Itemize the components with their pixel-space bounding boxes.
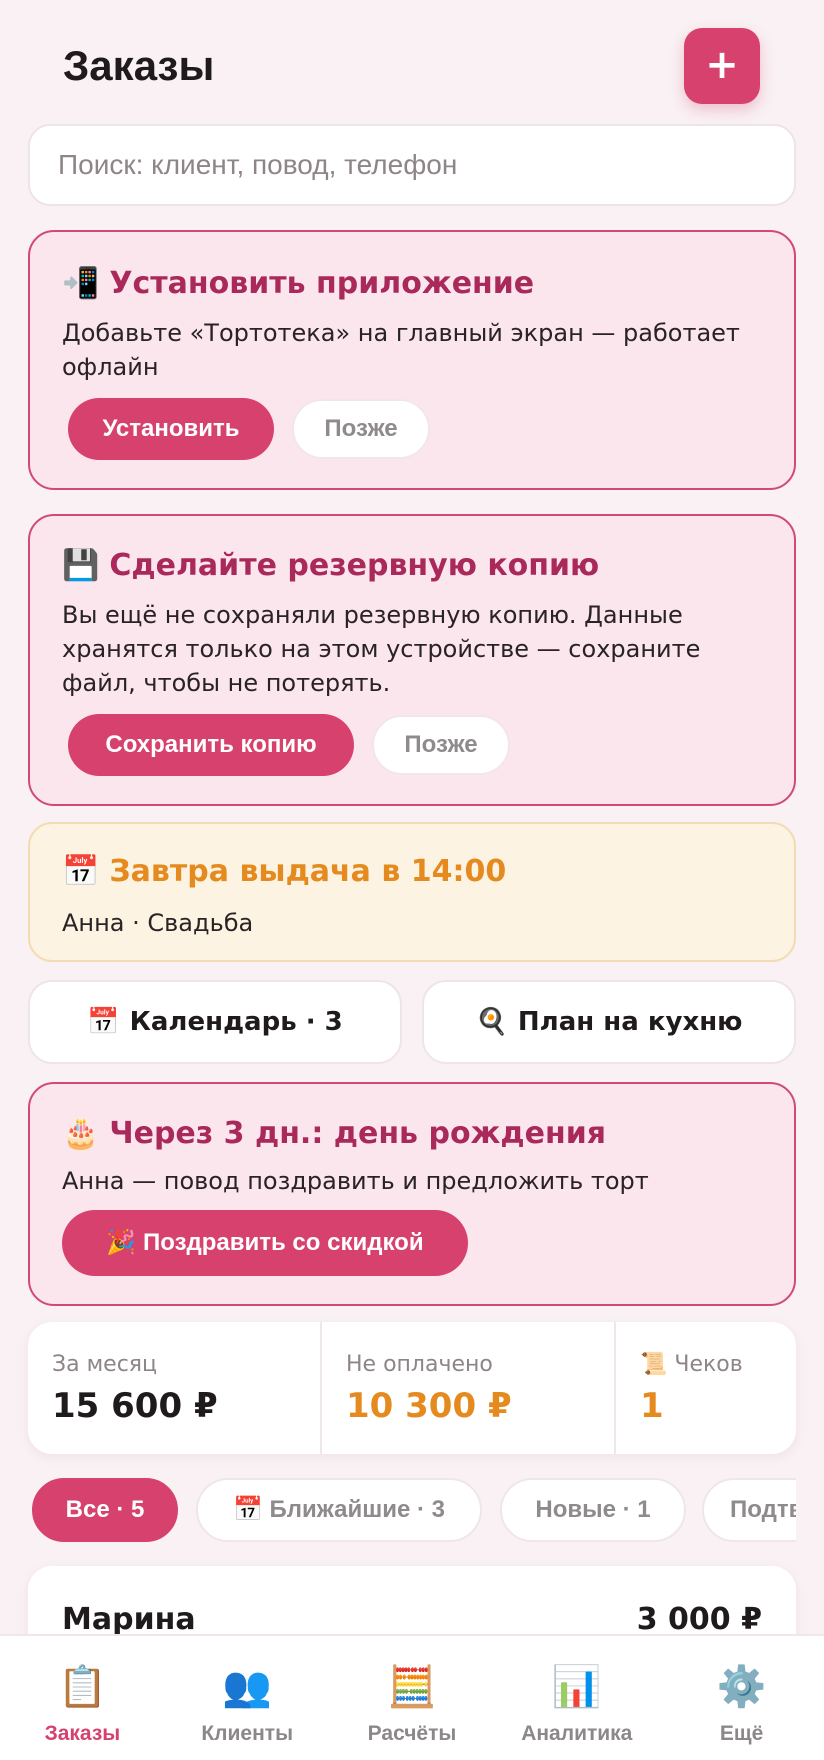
congratulate-button[interactable]: 🎉 Поздравить со скидкой [62,1210,468,1276]
stat-month-label: За месяц [52,1352,158,1377]
party-popper-icon: 🎉 [106,1229,137,1256]
install-banner-title: Установить приложение [109,266,535,301]
reminder-text: Анна · Свадьба [62,909,254,937]
filter-chips: Все · 5 📅 Ближайшие · 3 Новые · 1 Подтве… [0,1474,796,1546]
stat-unpaid-label: Не оплачено [346,1352,493,1377]
filter-upcoming[interactable]: 📅 Ближайшие · 3 [196,1478,482,1542]
install-banner: 📲 Установить приложение Добавьте «Тортот… [28,230,796,490]
nav-analytics-label: Аналитика [521,1722,633,1745]
frying-pan-icon: 🍳 [475,1007,508,1037]
nav-more[interactable]: ⚙️ Ещё [659,1636,824,1760]
stat-month-value: 15 600 ₽ [52,1386,218,1426]
filter-upcoming-label: Ближайшие · 3 [269,1496,445,1523]
search-input[interactable]: Поиск: клиент, повод, телефон [28,124,796,206]
nav-clients-label: Клиенты [201,1722,294,1745]
nav-clients[interactable]: 👥 Клиенты [165,1636,330,1760]
birthday-banner-text: Анна — повод поздравить и предложить тор… [62,1167,649,1195]
add-order-button[interactable]: + [684,28,760,104]
pickup-reminder: 📅 Завтра выдача в 14:00 Анна · Свадьба [28,822,796,962]
kitchen-plan-link[interactable]: 🍳 План на кухню [422,980,796,1064]
filter-confirmed[interactable]: Подтверждены [702,1478,796,1542]
nav-calculations-label: Расчёты [367,1722,457,1745]
nav-orders-label: Заказы [44,1722,121,1745]
calendar-icon: 📅 [62,854,100,889]
backup-banner-title: Сделайте резервную копию [109,548,600,583]
install-banner-text: Добавьте «Тортотека» на главный экран — … [62,319,740,381]
save-backup-button[interactable]: Сохранить копию [68,714,354,776]
birthday-cake-icon: 🎂 [62,1116,100,1151]
reminder-title: Завтра выдача в 14:00 [109,854,507,889]
nav-orders[interactable]: 📋 Заказы [0,1636,165,1760]
backup-banner: 💾 Сделайте резервную копию Вы ещё не сох… [28,514,796,806]
orders-page: Заказы + Поиск: клиент, повод, телефон 📲… [0,0,824,1760]
stat-unpaid-value: 10 300 ₽ [346,1386,512,1426]
stat-month: За месяц 15 600 ₽ [28,1322,322,1454]
stat-receipts-label: Чеков [674,1352,743,1377]
stat-receipts: 📜 Чеков 1 [616,1322,796,1454]
congratulate-button-label: Поздравить со скидкой [142,1229,424,1256]
birthday-banner: 🎂 Через 3 дн.: день рождения Анна — пово… [28,1082,796,1306]
clipboard-icon: 📋 [57,1664,108,1710]
stat-unpaid: Не оплачено 10 300 ₽ [322,1322,616,1454]
calendar-icon: 📅 [232,1496,263,1523]
page-title: Заказы [63,42,215,89]
header: Заказы + [0,0,824,120]
bottom-nav: 📋 Заказы 👥 Клиенты 🧮 Расчёты 📊 Аналитика… [0,1634,824,1760]
stats-panel: За месяц 15 600 ₽ Не оплачено 10 300 ₽ 📜… [28,1322,796,1454]
install-button[interactable]: Установить [68,398,274,460]
scroll-icon: 📜 [640,1352,668,1377]
filter-all[interactable]: Все · 5 [32,1478,178,1542]
install-later-button[interactable]: Позже [292,399,430,459]
backup-later-button[interactable]: Позже [372,715,510,775]
bar-chart-icon: 📊 [551,1664,602,1710]
calendar-icon: 📅 [87,1007,120,1037]
mobile-phone-icon: 📲 [62,266,100,301]
stat-receipts-value: 1 [640,1386,664,1426]
order-client-name: Марина [62,1602,196,1637]
people-icon: 👥 [222,1664,273,1710]
calendar-link-label: Календарь · 3 [129,1007,343,1037]
kitchen-plan-label: План на кухню [517,1007,743,1037]
backup-banner-text: Вы ещё не сохраняли резервную копию. Дан… [62,601,701,697]
birthday-banner-title: Через 3 дн.: день рождения [109,1116,606,1151]
abacus-icon: 🧮 [387,1664,437,1710]
calendar-link[interactable]: 📅 Календарь · 3 [28,980,402,1064]
floppy-disk-icon: 💾 [62,548,100,583]
order-price: 3 000 ₽ [636,1602,762,1637]
nav-calculations[interactable]: 🧮 Расчёты [330,1636,495,1760]
nav-analytics[interactable]: 📊 Аналитика [494,1636,659,1760]
gear-icon: ⚙️ [716,1664,767,1710]
filter-new[interactable]: Новые · 1 [500,1478,686,1542]
nav-more-label: Ещё [719,1722,764,1745]
